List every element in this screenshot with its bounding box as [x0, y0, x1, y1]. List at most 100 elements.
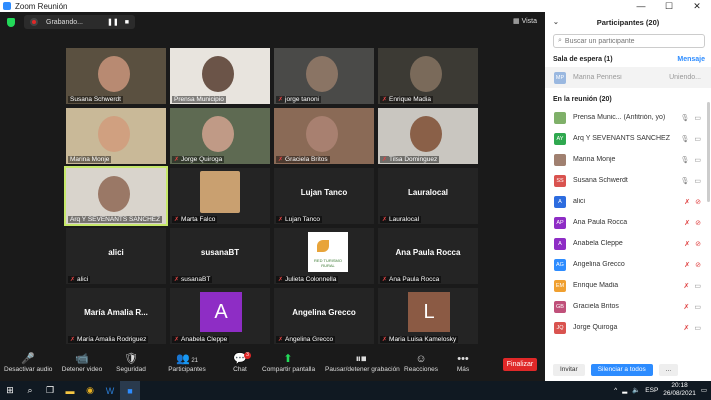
camera-icon[interactable]: ▭	[694, 282, 701, 290]
camera-off-icon[interactable]: ⊘	[695, 261, 701, 269]
mic-muted-icon[interactable]: ✗	[684, 198, 690, 206]
participant-row[interactable]: AG Angelina Grecco ✗ ⊘	[545, 254, 711, 275]
video-tile[interactable]: ✗ Tilsa Dominguez	[378, 108, 478, 164]
participant-row[interactable]: EM Enrique Madia ✗ ▭	[545, 275, 711, 296]
language-indicator[interactable]: ESP	[645, 387, 658, 394]
participant-row[interactable]: A Anabela Cleppe ✗ ⊘	[545, 233, 711, 254]
video-tile[interactable]: alici ✗ alici	[66, 228, 166, 284]
participant-row[interactable]: Prensa Munic... (Anfitrión, yo) 🎙 ▭	[545, 107, 711, 128]
video-tile[interactable]: Ana Paula Rocca ✗ Ana Paula Rocca	[378, 228, 478, 284]
panel-scrollbar[interactable]	[707, 102, 710, 202]
search-icon[interactable]: ⌕	[20, 381, 40, 400]
camera-icon[interactable]: ▭	[694, 114, 701, 122]
camera-off-icon[interactable]: ⊘	[695, 240, 701, 248]
participant-name-label: ✗ Angelina Grecco	[276, 336, 336, 343]
video-tile[interactable]: ✗ Graciela Britos	[274, 108, 374, 164]
camera-icon[interactable]: ▭	[694, 324, 701, 332]
video-tile[interactable]: ✗ Marta Falco	[170, 168, 270, 224]
participant-row[interactable]: GB Graciela Britos ✗ ▭	[545, 296, 711, 317]
participant-row[interactable]: Aalici ✗ ⊘	[545, 191, 711, 212]
more-options-button[interactable]: ...	[658, 364, 679, 376]
mute-all-button[interactable]: Silenciar a todos	[590, 364, 653, 376]
chat-button[interactable]: 💬 3 Chat	[226, 352, 254, 373]
pause-recording-icon[interactable]: ❚❚	[107, 18, 119, 26]
tray-arrow-icon[interactable]: ^	[614, 387, 617, 394]
participant-avatar: A	[554, 195, 566, 208]
mic-muted-icon[interactable]: ✗	[684, 282, 690, 290]
mic-muted-icon[interactable]: ✗	[684, 303, 690, 311]
windows-start-icon[interactable]: ⊞	[0, 381, 20, 400]
video-tile[interactable]: RED TURISMO RURAL ✗ Julieta Colonnella	[274, 228, 374, 284]
view-button[interactable]: ▦ Vista	[513, 17, 537, 25]
notifications-icon[interactable]: ▭	[701, 386, 707, 394]
video-tile[interactable]: ✗ Enrique Madia	[378, 48, 478, 104]
mic-icon[interactable]: 🎙	[680, 177, 689, 185]
share-label: Compartir pantalla	[262, 366, 316, 373]
video-tile[interactable]: María Amalia R... ✗ María Amalia Rodriguez	[66, 288, 166, 344]
camera-off-icon[interactable]: ⊘	[695, 219, 701, 227]
video-tile[interactable]: susanaBT ✗ susanaBT	[170, 228, 270, 284]
mic-muted-icon[interactable]: ✗	[684, 219, 690, 227]
camera-icon[interactable]: ▭	[694, 156, 701, 164]
video-tile[interactable]: Susana Schwerdt	[66, 48, 166, 104]
camera-icon[interactable]: ▭	[694, 303, 701, 311]
participant-search[interactable]: ⌕	[553, 34, 705, 48]
participants-button[interactable]: 👥 21 Participantes	[168, 352, 206, 373]
video-tile[interactable]: Angelina Grecco ✗ Angelina Grecco	[274, 288, 374, 344]
mic-icon[interactable]: 🎙	[680, 114, 689, 122]
video-tile[interactable]: ✗ jorge tanoni	[274, 48, 374, 104]
participant-row[interactable]: AY Arq Y SEVENANTS SANCHEZ 🎙 ▭	[545, 128, 711, 149]
file-explorer-icon[interactable]: ▬	[60, 381, 80, 400]
waiting-room-section[interactable]: Sala de espera (1) Mensaje	[545, 51, 711, 67]
maximize-button[interactable]: ☐	[655, 0, 683, 12]
clock[interactable]: 20:18 26/08/2021	[663, 382, 696, 398]
video-tile[interactable]: Arq Y SEVENANTS SANCHEZ	[64, 166, 168, 226]
zoom-taskbar-icon[interactable]: ■	[120, 381, 140, 400]
zoom-app-icon	[3, 2, 11, 10]
video-tile[interactable]: A ✗ Anabela Cleppe	[170, 288, 270, 344]
network-icon[interactable]: ▂	[622, 386, 627, 394]
camera-icon[interactable]: ▭	[694, 177, 701, 185]
mic-icon[interactable]: 🎙	[680, 156, 689, 164]
participant-row[interactable]: JQ Jorge Quiroga ✗ ▭	[545, 317, 711, 338]
invite-button[interactable]: Invitar	[553, 364, 585, 376]
camera-off-icon[interactable]: ⊘	[695, 198, 701, 206]
waiting-room-message-link[interactable]: Mensaje	[677, 56, 705, 63]
word-icon[interactable]: W	[100, 381, 120, 400]
volume-icon[interactable]: 🔈	[632, 386, 640, 394]
participant-row[interactable]: Marina Monje 🎙 ▭	[545, 149, 711, 170]
participant-status-icons: ✗ ▭	[684, 282, 702, 290]
mic-muted-icon[interactable]: ✗	[684, 261, 690, 269]
encryption-shield-icon[interactable]	[7, 17, 15, 27]
video-tile[interactable]: Marina Monje	[66, 108, 166, 164]
mute-button[interactable]: 🎤 Desactivar audio	[4, 352, 52, 373]
video-tile[interactable]: L ✗ Maria Luisa Kamelosky	[378, 288, 478, 344]
video-tile[interactable]: Lauralocal ✗ Lauralocal	[378, 168, 478, 224]
more-button[interactable]: ••• Más	[450, 352, 476, 373]
in-meeting-section[interactable]: En la reunión (20)	[545, 91, 711, 107]
chrome-icon[interactable]: ◉	[80, 381, 100, 400]
video-tile[interactable]: Lujan Tanco ✗ Lujan Tanco	[274, 168, 374, 224]
collapse-chevron-icon[interactable]: ⌄	[553, 18, 559, 26]
camera-icon[interactable]: ▭	[694, 135, 701, 143]
panel-header: ⌄ Participantes (20)	[545, 12, 711, 32]
participant-row[interactable]: AP Ana Paula Rocca ✗ ⊘	[545, 212, 711, 233]
record-button[interactable]: ⏸⏹ Pausar/detener grabación	[325, 352, 400, 373]
task-view-icon[interactable]: ❐	[40, 381, 60, 400]
video-tile[interactable]: Prensa Municipio	[170, 48, 270, 104]
minimize-button[interactable]: —	[627, 0, 655, 12]
video-button[interactable]: 📹 Detener video	[60, 352, 104, 373]
stop-recording-icon[interactable]: ■	[125, 19, 129, 26]
mic-icon[interactable]: 🎙	[680, 135, 689, 143]
reactions-button[interactable]: ☺ Reacciones	[401, 352, 441, 373]
video-tile[interactable]: ✗ Jorge Quiroga	[170, 108, 270, 164]
waiting-participant-row[interactable]: MP Marina Pennesi Uniendo...	[545, 67, 711, 88]
share-button[interactable]: ⬆ Compartir pantalla	[262, 352, 316, 373]
mic-muted-icon[interactable]: ✗	[684, 324, 690, 332]
security-button[interactable]: 🛡 Seguridad	[116, 352, 146, 373]
participant-row[interactable]: SS Susana Schwerdt 🎙 ▭	[545, 170, 711, 191]
close-button[interactable]: ✕	[683, 0, 711, 12]
mic-muted-icon[interactable]: ✗	[684, 240, 690, 248]
end-meeting-button[interactable]: Finalizar	[503, 358, 537, 371]
participant-search-input[interactable]	[564, 37, 685, 45]
